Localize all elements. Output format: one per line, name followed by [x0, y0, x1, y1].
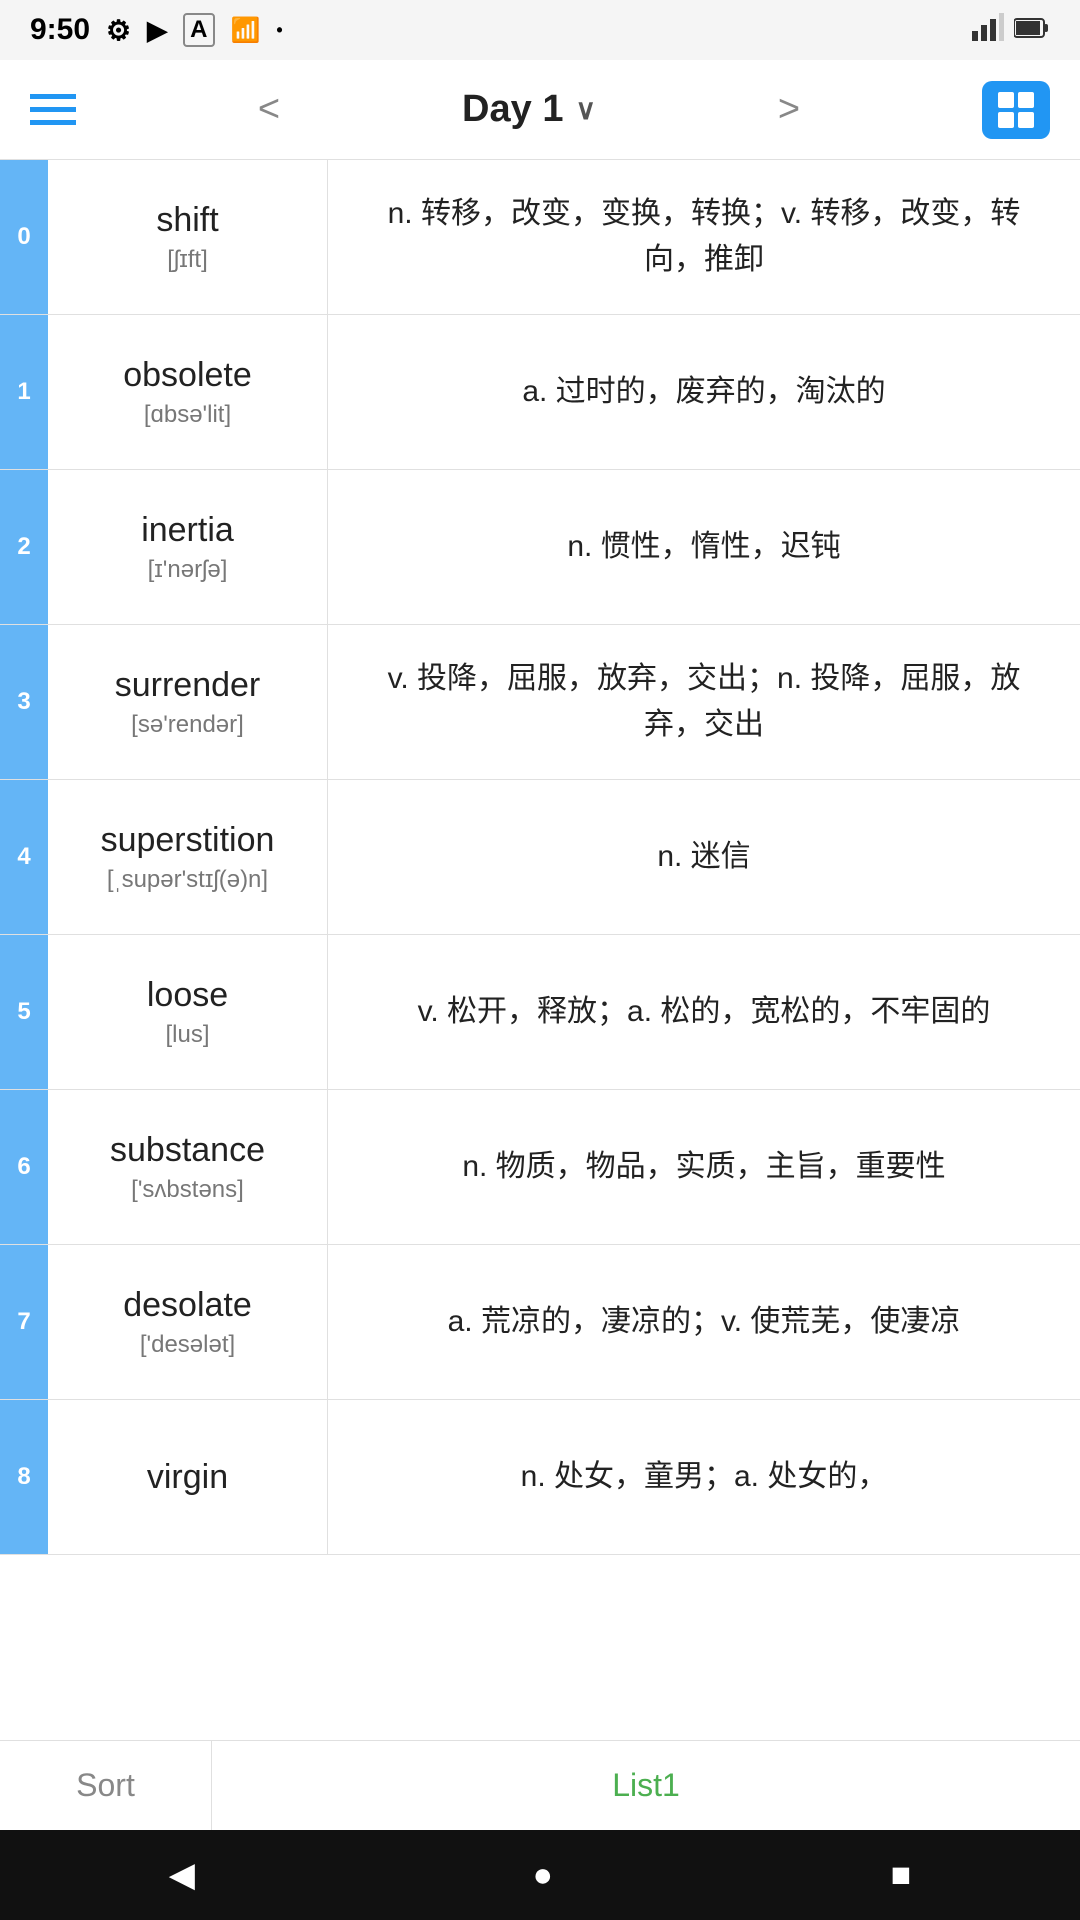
recents-button[interactable]: ■	[891, 1856, 912, 1895]
word-phonetic: [ɑbsə'lit]	[144, 401, 231, 429]
row-definition: a. 荒凉的，凄凉的；v. 使荒芜，使凄凉	[328, 1245, 1080, 1399]
word-phonetic: [ɪ'nərʃə]	[148, 556, 228, 584]
dot-icon: •	[276, 20, 282, 41]
row-definition: n. 迷信	[328, 780, 1080, 934]
row-word: superstition [ˌsupər'stɪʃ(ə)n]	[48, 780, 328, 934]
word-phonetic: [ʃɪft]	[167, 246, 208, 274]
word-row[interactable]: 2 inertia [ɪ'nərʃə] n. 惯性，惰性，迟钝	[0, 470, 1080, 625]
word-english: substance	[110, 1131, 265, 1170]
row-index: 4	[0, 780, 48, 934]
day-title-text: Day 1	[462, 88, 563, 131]
row-definition: n. 处女，童男；a. 处女的，	[328, 1400, 1080, 1554]
prev-arrow[interactable]: <	[243, 83, 295, 136]
row-index: 1	[0, 315, 48, 469]
word-row[interactable]: 3 surrender [sə'rendər] v. 投降，屈服，放弃，交出；n…	[0, 625, 1080, 780]
row-word: desolate ['desələt]	[48, 1245, 328, 1399]
row-index: 3	[0, 625, 48, 779]
chevron-down-icon: ∨	[575, 93, 596, 126]
row-index: 8	[0, 1400, 48, 1554]
row-definition: v. 投降，屈服，放弃，交出；n. 投降，屈服，放弃，交出	[328, 625, 1080, 779]
word-phonetic: ['sʌbstəns]	[131, 1176, 244, 1204]
word-list: 0 shift [ʃɪft] n. 转移，改变，变换，转换；v. 转移，改变，转…	[0, 160, 1080, 1740]
word-english: virgin	[147, 1458, 228, 1497]
word-english: surrender	[115, 666, 261, 705]
row-index: 0	[0, 160, 48, 314]
row-index: 5	[0, 935, 48, 1089]
word-phonetic: [sə'rendər]	[131, 711, 244, 739]
sort-tab[interactable]: Sort	[0, 1741, 212, 1830]
font-icon: A	[183, 13, 214, 47]
word-phonetic: ['desələt]	[140, 1331, 235, 1359]
status-left: 9:50 ⚙ ▶ A 📶 •	[30, 13, 283, 47]
word-row[interactable]: 7 desolate ['desələt] a. 荒凉的，凄凉的；v. 使荒芜，…	[0, 1245, 1080, 1400]
word-row[interactable]: 4 superstition [ˌsupər'stɪʃ(ə)n] n. 迷信	[0, 780, 1080, 935]
back-button[interactable]: ◀	[169, 1855, 195, 1895]
word-english: inertia	[141, 511, 234, 550]
bottom-tab-bar: Sort List1	[0, 1740, 1080, 1830]
word-english: shift	[156, 201, 218, 240]
row-word: virgin	[48, 1400, 328, 1554]
word-row[interactable]: 6 substance ['sʌbstəns] n. 物质，物品，实质，主旨，重…	[0, 1090, 1080, 1245]
row-definition: n. 惯性，惰性，迟钝	[328, 470, 1080, 624]
nav-bar: < Day 1 ∨ >	[0, 60, 1080, 160]
grid-view-button[interactable]	[982, 81, 1050, 139]
row-definition: n. 物质，物品，实质，主旨，重要性	[328, 1090, 1080, 1244]
row-word: obsolete [ɑbsə'lit]	[48, 315, 328, 469]
word-row[interactable]: 5 loose [lus] v. 松开，释放；a. 松的，宽松的，不牢固的	[0, 935, 1080, 1090]
word-english: loose	[147, 976, 228, 1015]
word-phonetic: [lus]	[165, 1021, 209, 1049]
status-right	[972, 13, 1050, 48]
gear-icon: ⚙	[106, 14, 131, 47]
word-english: obsolete	[123, 356, 252, 395]
wifi-icon: 📶	[231, 16, 261, 45]
row-word: loose [lus]	[48, 935, 328, 1089]
row-definition: v. 松开，释放；a. 松的，宽松的，不牢固的	[328, 935, 1080, 1089]
row-word: substance ['sʌbstəns]	[48, 1090, 328, 1244]
signal-icon	[972, 13, 1004, 48]
next-arrow[interactable]: >	[763, 83, 815, 136]
menu-icon[interactable]	[30, 94, 76, 125]
word-english: desolate	[123, 1286, 252, 1325]
word-row[interactable]: 1 obsolete [ɑbsə'lit] a. 过时的，废弃的，淘汰的	[0, 315, 1080, 470]
word-english: superstition	[101, 821, 275, 860]
word-row[interactable]: 0 shift [ʃɪft] n. 转移，改变，变换，转换；v. 转移，改变，转…	[0, 160, 1080, 315]
row-index: 7	[0, 1245, 48, 1399]
play-icon: ▶	[147, 15, 167, 46]
row-index: 2	[0, 470, 48, 624]
word-row[interactable]: 8 virgin n. 处女，童男；a. 处女的，	[0, 1400, 1080, 1555]
status-time: 9:50	[30, 13, 90, 47]
row-definition: a. 过时的，废弃的，淘汰的	[328, 315, 1080, 469]
row-word: inertia [ɪ'nərʃə]	[48, 470, 328, 624]
nav-arrows-right: >	[763, 83, 815, 136]
nav-arrows: <	[243, 83, 295, 136]
row-index: 6	[0, 1090, 48, 1244]
status-bar: 9:50 ⚙ ▶ A 📶 •	[0, 0, 1080, 60]
nav-title[interactable]: Day 1 ∨	[462, 88, 596, 131]
android-nav-bar: ◀ ● ■	[0, 1830, 1080, 1920]
row-word: shift [ʃɪft]	[48, 160, 328, 314]
word-phonetic: [ˌsupər'stɪʃ(ə)n]	[107, 866, 268, 894]
battery-icon	[1014, 14, 1050, 46]
list1-tab[interactable]: List1	[212, 1741, 1080, 1830]
home-button[interactable]: ●	[533, 1856, 554, 1895]
row-word: surrender [sə'rendər]	[48, 625, 328, 779]
row-definition: n. 转移，改变，变换，转换；v. 转移，改变，转向，推卸	[328, 160, 1080, 314]
